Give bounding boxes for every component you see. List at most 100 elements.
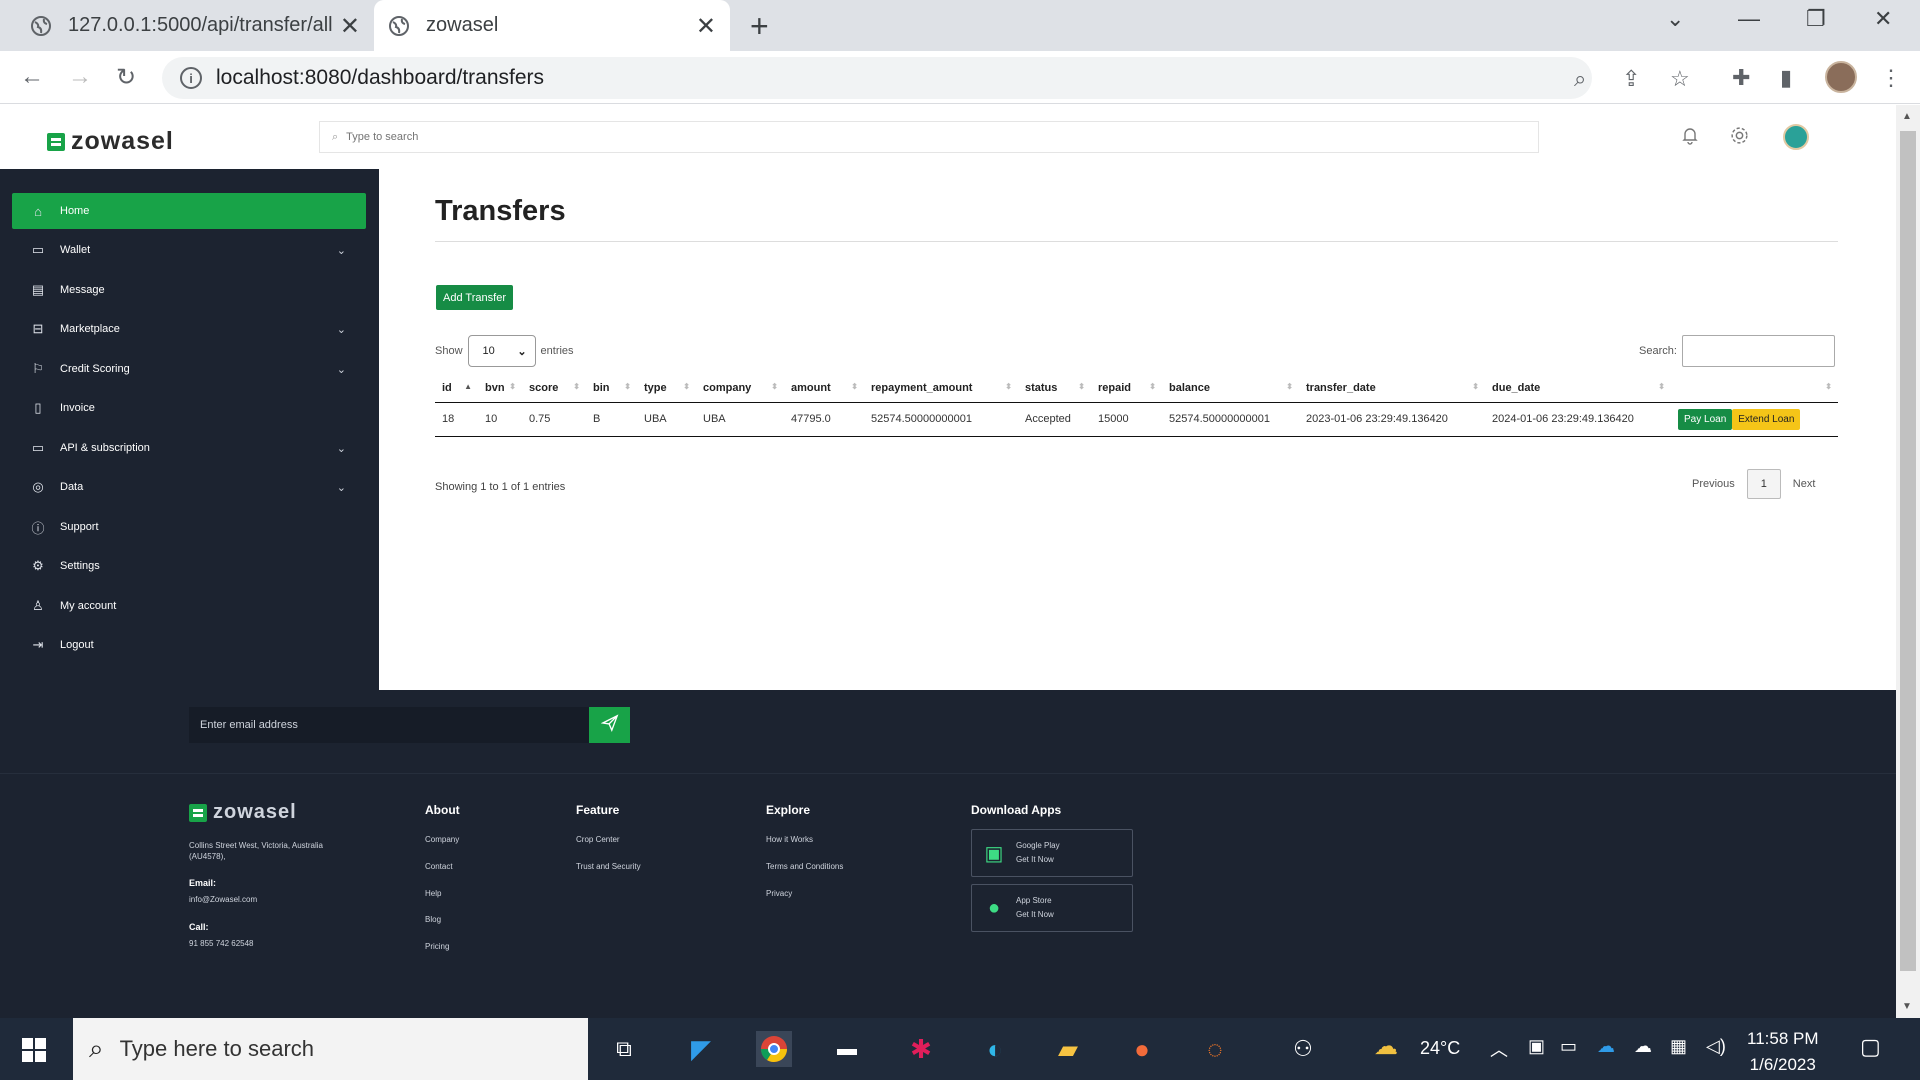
app-store-button[interactable]: ● App Store Get It Now bbox=[971, 884, 1133, 932]
google-play-button[interactable]: ▣ Google Play Get It Now bbox=[971, 829, 1133, 877]
footer-link-pricing[interactable]: Pricing bbox=[425, 942, 449, 951]
side-panel-icon[interactable]: ▮ bbox=[1780, 65, 1792, 91]
page-button-1[interactable]: 1 bbox=[1746, 469, 1781, 499]
column-header-amount[interactable]: amount ⬍ bbox=[784, 375, 864, 403]
scrollbar-thumb[interactable] bbox=[1900, 131, 1916, 971]
previous-page-button[interactable]: Previous bbox=[1692, 478, 1735, 490]
user-avatar[interactable] bbox=[1783, 124, 1809, 150]
sidebar-item-settings[interactable]: ⚙ Settings bbox=[12, 548, 366, 584]
vscode-icon[interactable]: ◤ bbox=[683, 1031, 719, 1067]
new-tab-icon[interactable]: + bbox=[750, 8, 769, 45]
search-input[interactable] bbox=[346, 131, 947, 143]
column-header-balance[interactable]: balance ⬍ bbox=[1162, 375, 1299, 403]
jupyter-icon[interactable]: ◌ bbox=[1197, 1031, 1233, 1067]
browser-tab-zowasel[interactable]: zowasel ✕ bbox=[374, 0, 730, 51]
sidebar-item-api-subscription[interactable]: ▭ API & subscription ⌄ bbox=[12, 430, 366, 466]
cloud-icon[interactable]: ☁ bbox=[1634, 1036, 1652, 1057]
close-tab-icon[interactable]: ✕ bbox=[696, 12, 716, 41]
column-header-status[interactable]: status ⬍ bbox=[1018, 375, 1091, 403]
windows-start-icon[interactable] bbox=[22, 1038, 46, 1062]
newsletter-email-input[interactable]: Enter email address bbox=[189, 707, 589, 743]
task-view-icon[interactable]: ⧉ bbox=[606, 1031, 642, 1067]
file-explorer-icon[interactable]: ▰ bbox=[1050, 1031, 1086, 1067]
sidebar-item-invoice[interactable]: ▯ Invoice bbox=[12, 390, 366, 426]
slack-icon[interactable]: ✱ bbox=[903, 1031, 939, 1067]
sidebar-item-message[interactable]: ▤ Message bbox=[12, 272, 366, 308]
gear-icon[interactable] bbox=[1729, 125, 1750, 152]
volume-icon[interactable]: ◁) bbox=[1706, 1036, 1726, 1057]
meet-icon[interactable]: ▣ bbox=[1528, 1036, 1545, 1057]
address-bar[interactable]: i localhost:8080/dashboard/transfers ⌕ ⇪… bbox=[162, 57, 1690, 99]
footer-link-trust-security[interactable]: Trust and Security bbox=[576, 862, 641, 871]
column-header-actions[interactable]: ⬍ bbox=[1671, 375, 1838, 403]
sidebar-item-data[interactable]: ◎ Data ⌄ bbox=[12, 469, 366, 505]
sidebar-item-my-account[interactable]: ♙ My account bbox=[12, 588, 366, 624]
footer-link-blog[interactable]: Blog bbox=[425, 915, 441, 924]
forward-icon[interactable]: → bbox=[68, 63, 92, 91]
footer-email[interactable]: info@Zowasel.com bbox=[189, 894, 257, 905]
footer-link-privacy[interactable]: Privacy bbox=[766, 889, 792, 898]
share-icon[interactable]: ⇪ bbox=[1622, 66, 1640, 92]
reload-icon[interactable]: ↻ bbox=[116, 63, 136, 92]
table-search-input[interactable] bbox=[1681, 335, 1835, 367]
column-header-due-date[interactable]: due_date ⬍ bbox=[1485, 375, 1671, 403]
browser-tab-api[interactable]: 127.0.0.1:5000/api/transfer/all ✕ bbox=[18, 0, 374, 51]
sidebar-item-logout[interactable]: ⇥ Logout bbox=[12, 627, 366, 663]
onedrive-icon[interactable]: ☁ bbox=[1597, 1036, 1615, 1057]
back-icon[interactable]: ← bbox=[20, 63, 44, 91]
column-header-company[interactable]: company ⬍ bbox=[696, 375, 784, 403]
footer-link-terms[interactable]: Terms and Conditions bbox=[766, 862, 843, 871]
footer-link-how-it-works[interactable]: How it Works bbox=[766, 835, 813, 844]
newsletter-send-button[interactable] bbox=[589, 707, 630, 743]
battery-icon[interactable]: ▭ bbox=[1560, 1036, 1577, 1057]
bookmark-star-icon[interactable]: ☆ bbox=[1670, 66, 1690, 92]
column-header-id[interactable]: id ▲ bbox=[435, 375, 478, 403]
sidebar-item-wallet[interactable]: ▭ Wallet ⌄ bbox=[12, 232, 366, 268]
column-header-bin[interactable]: bin ⬍ bbox=[586, 375, 637, 403]
minimize-icon[interactable]: — bbox=[1738, 6, 1760, 32]
temperature[interactable]: 24°C bbox=[1420, 1038, 1460, 1059]
extend-loan-button[interactable]: Extend Loan bbox=[1732, 408, 1801, 430]
close-tab-icon[interactable]: ✕ bbox=[340, 12, 360, 41]
notification-icon[interactable]: ▢ bbox=[1860, 1034, 1881, 1060]
restore-icon[interactable]: ❐ bbox=[1806, 6, 1826, 32]
sidebar-item-marketplace[interactable]: ⊟ Marketplace ⌄ bbox=[12, 311, 366, 347]
column-header-bvn[interactable]: bvn ⬍ bbox=[478, 375, 522, 403]
tab-search-icon[interactable]: ⌄ bbox=[1666, 6, 1684, 32]
chevron-up-icon[interactable]: ︿ bbox=[1490, 1036, 1508, 1062]
zoom-icon[interactable]: ⌕ bbox=[1574, 66, 1586, 92]
footer-link-contact[interactable]: Contact bbox=[425, 862, 453, 871]
footer-phone[interactable]: 91 855 742 62548 bbox=[189, 938, 254, 949]
page-scrollbar[interactable]: ▲ ▼ bbox=[1896, 105, 1920, 1018]
edge-icon[interactable]: ◐ bbox=[977, 1031, 1013, 1067]
scroll-up-icon[interactable]: ▲ bbox=[1902, 111, 1912, 122]
global-search[interactable]: ⌕ bbox=[319, 121, 1539, 153]
brand-logo[interactable]: zowasel bbox=[47, 127, 174, 156]
extensions-icon[interactable]: ✚ bbox=[1732, 65, 1750, 91]
pay-loan-button[interactable]: Pay Loan bbox=[1678, 408, 1733, 430]
chrome-icon[interactable] bbox=[756, 1031, 792, 1067]
entries-select[interactable]: 10 ⌄ bbox=[467, 335, 536, 367]
network-icon[interactable]: ▦ bbox=[1670, 1036, 1687, 1057]
column-header-type[interactable]: type ⬍ bbox=[637, 375, 696, 403]
footer-brand-logo[interactable]: zowasel bbox=[189, 801, 297, 824]
site-info-icon[interactable]: i bbox=[180, 67, 202, 89]
footer-link-help[interactable]: Help bbox=[425, 889, 441, 898]
terminal-icon[interactable]: ▬ bbox=[829, 1031, 865, 1067]
weather-icon[interactable]: ☁ bbox=[1374, 1032, 1398, 1061]
footer-link-crop-center[interactable]: Crop Center bbox=[576, 835, 620, 844]
column-header-repayment-amount[interactable]: repayment_amount ⬍ bbox=[864, 375, 1018, 403]
column-header-repaid[interactable]: repaid ⬍ bbox=[1091, 375, 1162, 403]
footer-link-company[interactable]: Company bbox=[425, 835, 459, 844]
column-header-transfer-date[interactable]: transfer_date ⬍ bbox=[1299, 375, 1485, 403]
sidebar-item-home[interactable]: ⌂ Home bbox=[12, 193, 366, 229]
profile-avatar[interactable] bbox=[1825, 61, 1857, 93]
bell-icon[interactable] bbox=[1680, 125, 1700, 151]
postman-icon[interactable]: ● bbox=[1124, 1031, 1160, 1067]
menu-icon[interactable]: ⋮ bbox=[1880, 65, 1902, 91]
column-header-score[interactable]: score ⬍ bbox=[522, 375, 586, 403]
taskbar-search-box[interactable]: ⌕ Type here to search bbox=[73, 1018, 588, 1080]
close-window-icon[interactable]: ✕ bbox=[1874, 6, 1892, 32]
sidebar-item-credit-scoring[interactable]: ⚐ Credit Scoring ⌄ bbox=[12, 351, 366, 387]
sidebar-item-support[interactable]: ⓘ Support bbox=[12, 509, 366, 545]
